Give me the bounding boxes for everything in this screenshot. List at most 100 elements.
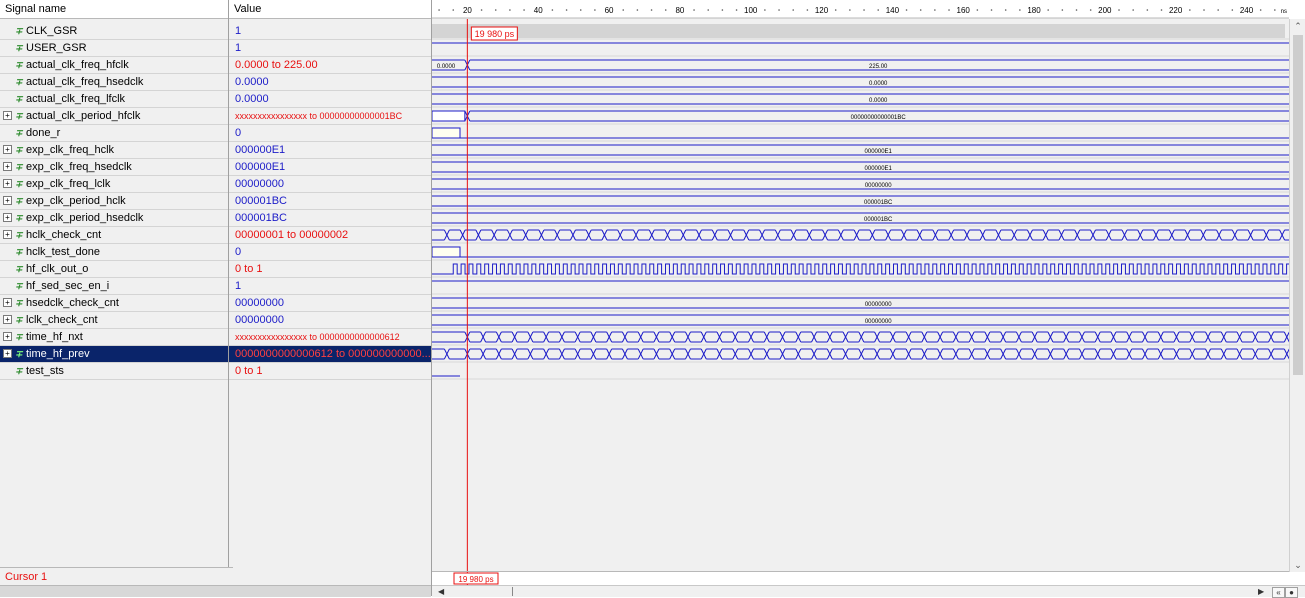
signal-value-row[interactable]: 0 [229,244,431,261]
signal-value: xxxxxxxxxxxxxxxx to 0000000000000612 [235,332,400,342]
signal-row-test-sts[interactable]: ∓ test_sts [0,363,228,380]
signal-row-hsedclk-check-cnt[interactable]: + ∓ hsedclk_check_cnt [0,295,228,312]
wave-value-label: 0.0000 [869,98,888,104]
signal-row-time-hf-prev[interactable]: + ∓ time_hf_prev [0,346,228,363]
signal-value-row[interactable]: 000000E1 [229,159,431,176]
signal-value: 0.0000 [235,93,269,105]
expand-icon[interactable]: + [3,314,12,324]
signal-icon: ∓ [15,315,23,326]
ruler-minor-tick [1146,9,1149,11]
signal-value-row[interactable]: 0 [229,125,431,142]
signal-row-actual-clk-period-hfclk[interactable]: + ∓ actual_clk_period_hfclk [0,108,228,125]
signal-value-row[interactable]: 00000000 [229,176,431,193]
signal-value-row[interactable]: 0 to 1 [229,261,431,278]
signal-row-exp-clk-period-hclk[interactable]: + ∓ exp_clk_period_hclk [0,193,228,210]
ruler-minor-tick [650,9,653,11]
signal-row-hclk-test-done[interactable]: ∓ hclk_test_done [0,244,228,261]
cursor-label: Cursor 1 [0,567,233,586]
expand-icon[interactable]: + [3,144,12,154]
signal-value-row[interactable]: 000001BC [229,210,431,227]
signal-icon: ∓ [15,332,23,343]
signal-row-hf-clk-out-o[interactable]: ∓ hf_clk_out_o [0,261,228,278]
ruler-tick-label: 240 [1240,6,1254,15]
signal-row-actual-clk-freq-hsedclk[interactable]: ∓ actual_clk_freq_hsedclk [0,74,228,91]
signal-value-row[interactable]: 00000001 to 00000002 [229,227,431,244]
expand-icon[interactable]: + [3,331,12,341]
signal-row-USER-GSR[interactable]: ∓ USER_GSR [0,40,228,57]
signal-icon: ∓ [15,94,23,105]
signal-value: 1 [235,25,242,37]
signal-value-row[interactable]: 000001BC [229,193,431,210]
ruler-minor-tick [1231,9,1234,11]
ruler-tick-label: 220 [1169,6,1183,15]
signal-value-row[interactable]: 1 [229,40,431,57]
signal-row-actual-clk-freq-hfclk[interactable]: ∓ actual_clk_freq_hfclk [0,57,228,74]
expand-icon[interactable]: + [3,195,12,205]
prev-page-button[interactable]: « [1272,587,1285,598]
signal-icon: ∓ [15,128,23,139]
scroll-up-icon[interactable]: ⌃ [1290,19,1305,33]
ruler-minor-tick [1019,9,1021,11]
signal-icon: ∓ [15,298,23,309]
signal-row-time-hf-nxt[interactable]: + ∓ time_hf_nxt [0,329,228,346]
ruler-tick-label: 160 [957,6,971,15]
signal-icon: ∓ [15,264,23,275]
cursor-footer-band [432,572,1289,585]
scroll-right-icon[interactable]: ▶ [1258,586,1264,597]
signal-value-row[interactable]: xxxxxxxxxxxxxxxx to 0000000000000612 [229,329,431,346]
signal-name-header[interactable]: Signal name [0,0,228,19]
signal-row-CLK-GSR[interactable]: ∓ CLK_GSR [0,23,228,40]
signal-value-row[interactable]: 000000E1 [229,142,431,159]
signal-value-row[interactable]: xxxxxxxxxxxxxxxx to 00000000000001BC [229,108,431,125]
signal-value-row[interactable]: 00000000 [229,312,431,329]
signal-row-hclk-check-cnt[interactable]: + ∓ hclk_check_cnt [0,227,228,244]
expand-icon[interactable]: + [3,229,12,239]
signal-name: hsedclk_check_cnt [26,297,119,309]
signal-name: USER_GSR [26,42,87,54]
signal-value-row[interactable]: 00000000 [229,295,431,312]
expand-icon[interactable]: + [3,297,12,307]
signal-row-hf-sed-sec-en-i[interactable]: ∓ hf_sed_sec_en_i [0,278,228,295]
ruler-minor-tick [1189,9,1191,11]
vertical-scrollbar[interactable]: ⌃ ⌄ [1289,19,1305,572]
signal-row-exp-clk-freq-lclk[interactable]: + ∓ exp_clk_freq_lclk [0,176,228,193]
signal-value-header[interactable]: Value [229,0,431,19]
signal-value-row[interactable]: 0000000000000612 to 000000000000... [229,346,431,363]
signal-value-row[interactable]: 0.0000 to 225.00 [229,57,431,74]
expand-icon[interactable]: + [3,161,12,171]
signal-name: exp_clk_period_hsedclk [26,212,144,224]
signal-name: hf_sed_sec_en_i [26,280,110,292]
horizontal-scrollbar-left[interactable] [0,585,431,597]
scroll-left-icon[interactable]: ◀ [438,586,444,597]
ruler-minor-tick [452,9,455,11]
scroll-down-icon[interactable]: ⌄ [1290,558,1305,572]
signal-value-row[interactable]: 0.0000 [229,74,431,91]
signal-row-exp-clk-freq-hsedclk[interactable]: + ∓ exp_clk_freq_hsedclk [0,159,228,176]
wave-value-label: 000000E1 [865,149,893,155]
signal-value-row[interactable]: 0 to 1 [229,363,431,380]
signal-icon: ∓ [15,26,23,37]
signal-row-exp-clk-period-hsedclk[interactable]: + ∓ exp_clk_period_hsedclk [0,210,228,227]
expand-icon[interactable]: + [3,348,12,358]
ruler-minor-tick [707,9,710,11]
zoom-button[interactable]: ● [1285,587,1298,598]
signal-name: time_hf_nxt [26,331,83,343]
waveform-canvas[interactable]: 20 40 60 80 100 120 140 160 180 200 220 240 ns 0.0000… [432,0,1289,596]
signal-row-exp-clk-freq-hclk[interactable]: + ∓ exp_clk_freq_hclk [0,142,228,159]
waveform-pane[interactable]: 20 40 60 80 100 120 140 160 180 200 220 240 ns 0.0000… [432,0,1289,596]
signal-row-lclk-check-cnt[interactable]: + ∓ lclk_check_cnt [0,312,228,329]
horizontal-scrollbar-wave[interactable]: ◀ ▶ « ● [432,585,1305,598]
ruler-minor-tick [1203,9,1205,11]
signal-value-row[interactable]: 0.0000 [229,91,431,108]
expand-icon[interactable]: + [3,178,12,188]
signal-value-row[interactable]: 1 [229,278,431,295]
vertical-scroll-thumb[interactable] [1293,35,1303,375]
signal-row-done-r[interactable]: ∓ done_r [0,125,228,142]
wave-value-label: 00000000 [865,183,892,189]
signal-value-row[interactable]: 1 [229,23,431,40]
horizontal-scroll-thumb[interactable] [512,587,513,596]
signal-row-actual-clk-freq-lfclk[interactable]: ∓ actual_clk_freq_lfclk [0,91,228,108]
ruler-minor-tick [877,9,880,11]
expand-icon[interactable]: + [3,212,12,222]
expand-icon[interactable]: + [3,110,12,120]
